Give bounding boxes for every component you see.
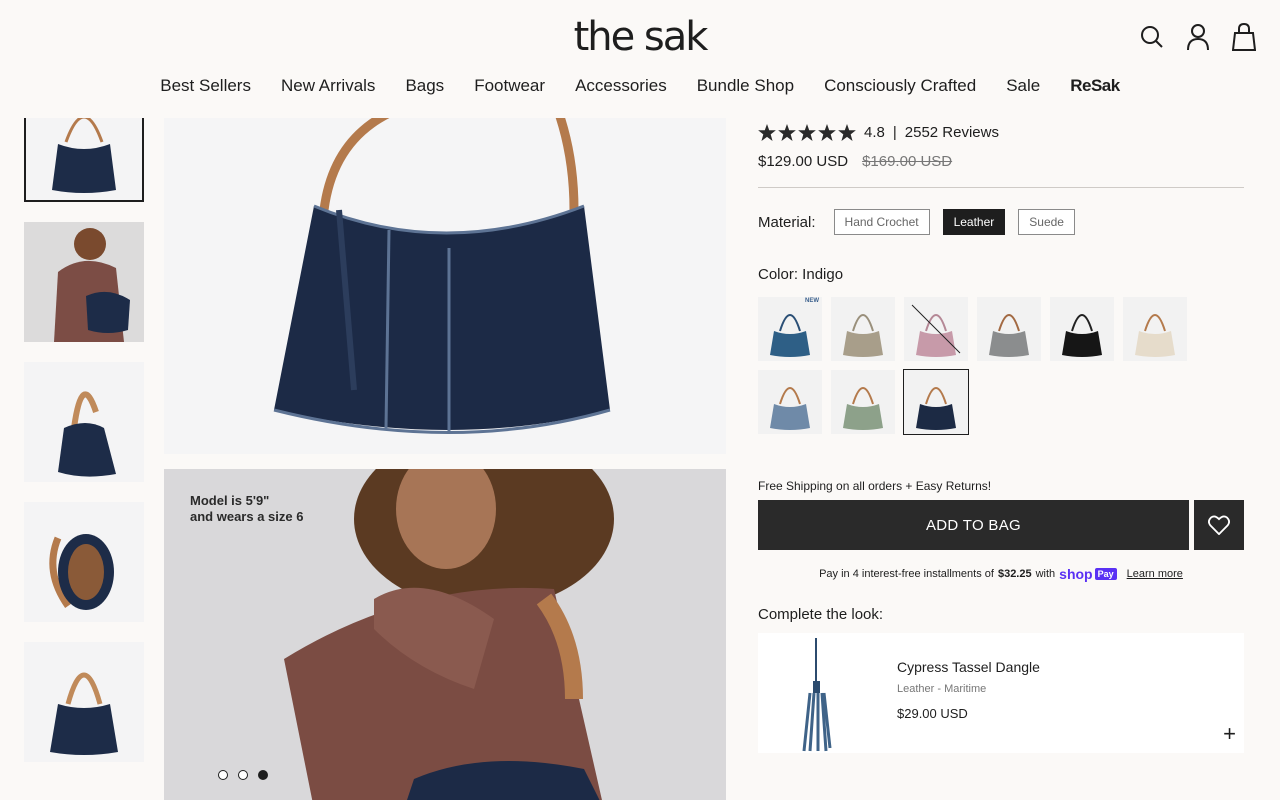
product-info: 4.8 | 2552 Reviews $129.00 USD $169.00 U… xyxy=(758,118,1244,753)
star-icon xyxy=(798,124,816,141)
shop-pay-brand: shop xyxy=(1059,566,1093,582)
search-icon[interactable] xyxy=(1138,22,1166,52)
review-count[interactable]: 2552 Reviews xyxy=(905,124,999,141)
installment-amount: $32.25 xyxy=(997,568,1032,580)
complete-look-card[interactable]: Cypress Tassel Dangle Leather - Maritime… xyxy=(758,633,1244,753)
material-option-leather[interactable]: Leather xyxy=(942,209,1006,235)
nav-accessories[interactable]: Accessories xyxy=(575,76,667,96)
swatch-bag-image xyxy=(770,314,810,357)
swatch-bag-image xyxy=(1062,314,1102,357)
material-selector: Material: Hand Crochet Leather Suede xyxy=(758,209,1244,235)
bag-side-image xyxy=(24,362,144,482)
star-icon xyxy=(838,124,856,141)
color-swatch-6[interactable] xyxy=(1123,297,1187,361)
model-wearing-bag-image xyxy=(24,222,144,342)
color-swatch-3[interactable] xyxy=(904,297,968,361)
divider xyxy=(758,187,1244,188)
installments-text: Pay in 4 interest-free installments of xyxy=(819,568,994,580)
complete-look-title: Complete the look: xyxy=(758,606,884,623)
swatch-bag-image xyxy=(916,387,956,430)
swatch-bag-image xyxy=(843,314,883,357)
thumbnail-list xyxy=(24,82,144,782)
shipping-note: Free Shipping on all orders + Easy Retur… xyxy=(758,479,992,493)
installments-with: with xyxy=(1035,568,1056,580)
wishlist-button[interactable] xyxy=(1194,500,1244,550)
color-swatch-5[interactable] xyxy=(1050,297,1114,361)
look-item-variant: Leather - Maritime xyxy=(897,683,987,695)
shop-pay-badge: Pay xyxy=(1094,568,1117,580)
add-to-bag-button[interactable]: ADD TO BAG xyxy=(758,500,1189,550)
indigo-hobo-bag-image xyxy=(164,110,726,454)
carousel-dots xyxy=(218,770,268,780)
nav-footwear[interactable]: Footwear xyxy=(474,76,545,96)
thumbnail-4[interactable] xyxy=(24,502,144,622)
rating-value: 4.8 xyxy=(864,124,885,141)
main-nav: Best Sellers New Arrivals Bags Footwear … xyxy=(0,76,1280,96)
site-logo[interactable]: the sak xyxy=(0,14,1280,60)
model-size-note: Model is 5'9" and wears a size 6 xyxy=(190,493,390,525)
material-option-suede[interactable]: Suede xyxy=(1018,209,1075,235)
material-label: Material: xyxy=(758,213,816,231)
star-icon xyxy=(778,124,796,141)
site-header: the sak Best Sellers New Arrivals Bags F… xyxy=(0,0,1280,118)
color-label: Color: Indigo xyxy=(758,266,844,283)
star-rating xyxy=(758,124,856,141)
tassel-dangle-image xyxy=(758,633,873,753)
price-row: $129.00 USD $169.00 USD xyxy=(758,153,1244,170)
nav-new-arrivals[interactable]: New Arrivals xyxy=(281,76,375,96)
carousel-dot-3[interactable] xyxy=(258,770,268,780)
look-item-price: $29.00 USD xyxy=(897,706,968,721)
nav-resak[interactable]: ReSak xyxy=(1070,76,1120,96)
thumbnail-2[interactable] xyxy=(24,222,144,342)
bag-interior-image xyxy=(24,502,144,622)
nav-best-sellers[interactable]: Best Sellers xyxy=(160,76,251,96)
material-option-hand-crochet[interactable]: Hand Crochet xyxy=(833,209,930,235)
shop-pay-logo: shop Pay xyxy=(1059,566,1117,582)
star-icon xyxy=(818,124,836,141)
swatch-bag-image xyxy=(770,387,810,430)
color-swatch-4[interactable] xyxy=(977,297,1041,361)
swatch-bag-image xyxy=(911,304,961,357)
learn-more-link[interactable]: Learn more xyxy=(1127,568,1183,580)
tassel-image[interactable] xyxy=(758,633,873,753)
model-image[interactable]: Model is 5'9" and wears a size 6 xyxy=(164,469,726,800)
color-swatch-2[interactable] xyxy=(831,297,895,361)
carousel-dot-1[interactable] xyxy=(218,770,228,780)
color-swatch-1[interactable]: NEW xyxy=(758,297,822,361)
buy-row: ADD TO BAG xyxy=(758,500,1244,550)
main-product-image[interactable] xyxy=(164,110,726,454)
thumbnail-5[interactable] xyxy=(24,642,144,762)
carousel-dot-2[interactable] xyxy=(238,770,248,780)
nav-bundle-shop[interactable]: Bundle Shop xyxy=(697,76,794,96)
nav-consciously-crafted[interactable]: Consciously Crafted xyxy=(824,76,976,96)
color-swatches: NEW xyxy=(758,297,1244,435)
thumbnail-3[interactable] xyxy=(24,362,144,482)
original-price: $169.00 USD xyxy=(862,153,953,170)
installments-note: Pay in 4 interest-free installments of $… xyxy=(758,566,1244,582)
swatch-bag-image xyxy=(1135,314,1175,357)
bag-icon[interactable] xyxy=(1230,22,1258,52)
bag-back-image xyxy=(24,642,144,762)
sale-price: $129.00 USD xyxy=(758,153,849,170)
color-swatch-7[interactable] xyxy=(758,370,822,434)
nav-bags[interactable]: Bags xyxy=(405,76,444,96)
new-badge: NEW xyxy=(805,298,819,304)
rating-separator: | xyxy=(892,124,897,141)
color-swatch-9[interactable] xyxy=(903,369,969,435)
add-look-item-button[interactable]: + xyxy=(1223,721,1236,747)
nav-sale[interactable]: Sale xyxy=(1006,76,1040,96)
model-size-note-text: Model is 5'9" and wears a size 6 xyxy=(190,493,304,524)
color-swatch-8[interactable] xyxy=(831,370,895,434)
heart-icon xyxy=(1208,515,1230,535)
header-icons xyxy=(1138,22,1258,52)
star-icon xyxy=(758,124,776,141)
look-item-name[interactable]: Cypress Tassel Dangle xyxy=(897,659,1040,675)
rating-row[interactable]: 4.8 | 2552 Reviews xyxy=(758,124,1244,141)
swatch-bag-image xyxy=(843,387,883,430)
account-icon[interactable] xyxy=(1184,22,1212,52)
swatch-bag-image xyxy=(989,314,1029,357)
